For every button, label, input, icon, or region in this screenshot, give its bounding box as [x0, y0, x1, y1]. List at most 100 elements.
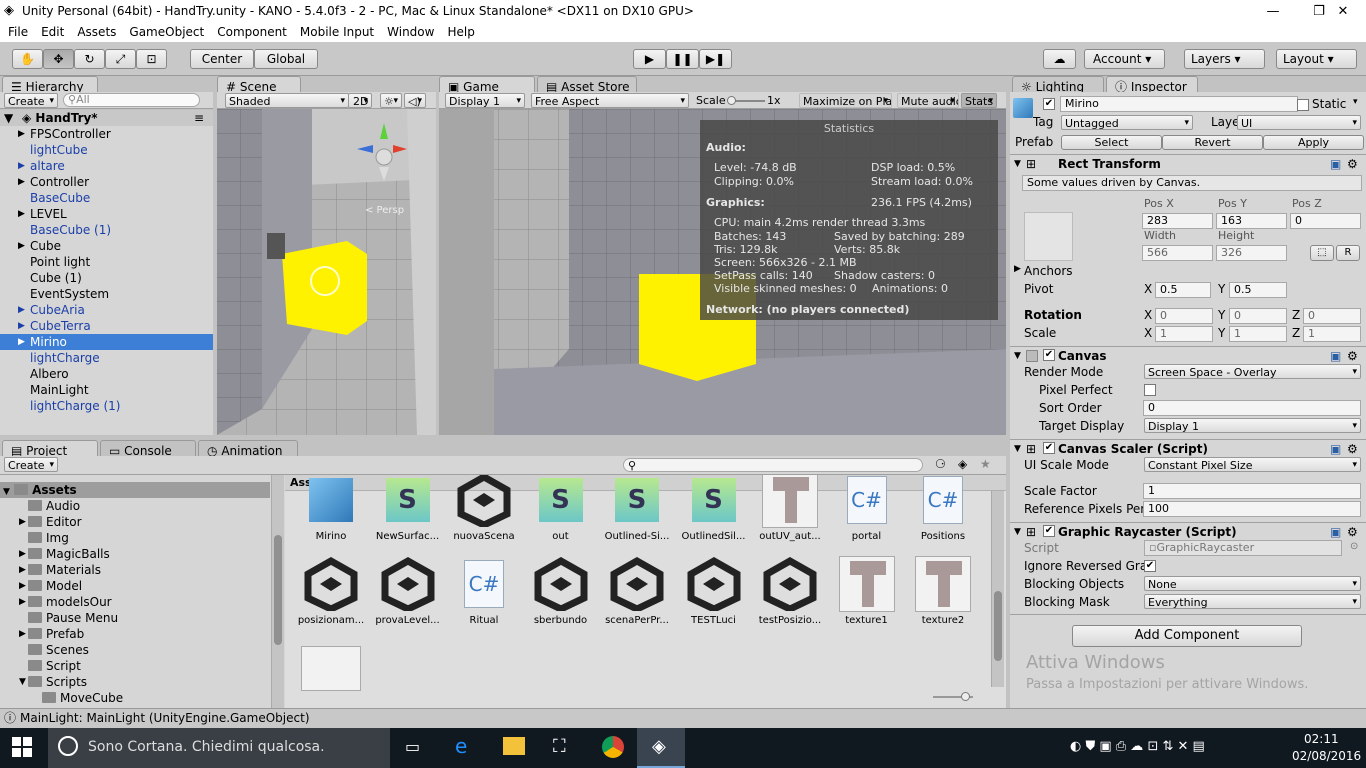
filter-label-icon[interactable]: ◈ — [958, 457, 967, 471]
help-icon[interactable]: ▣ — [1330, 155, 1341, 173]
asset-item[interactable]: C# portal — [830, 475, 904, 542]
play-button[interactable]: ▶ — [633, 49, 666, 69]
clock-date[interactable]: 02/08/2016 — [1292, 749, 1361, 763]
menu-assets[interactable]: Assets — [69, 23, 121, 39]
scene-viewport[interactable]: < Persp — [217, 109, 436, 435]
hierarchy-item[interactable]: Point light — [0, 254, 213, 270]
maximize-on-play-toggle[interactable]: Maximize on Play — [799, 93, 892, 108]
help-icon[interactable]: ▣ — [1330, 347, 1341, 365]
asset-item[interactable]: provaLevel... — [371, 555, 445, 626]
light-toggle-icon[interactable]: ☼ — [380, 93, 402, 108]
menu-help[interactable]: Help — [439, 23, 479, 39]
hierarchy-item[interactable]: ▶ CubeTerra — [0, 318, 213, 334]
expand-arrow-icon[interactable]: ▼ — [19, 674, 26, 690]
object-picker-icon[interactable]: ⊙ — [1350, 541, 1358, 552]
hierarchy-item[interactable]: EventSystem — [0, 286, 213, 302]
scene-menu-icon[interactable]: ≡ — [194, 110, 204, 126]
hierarchy-item[interactable]: lightCube — [0, 142, 213, 158]
pivot-global-button[interactable]: Global — [254, 49, 318, 69]
asset-item[interactable]: outUV_aut... — [753, 475, 827, 542]
status-bar[interactable]: ⓘ MainLight: MainLight (UnityEngine.Game… — [0, 708, 1366, 728]
component-gear-icon[interactable]: ⚙ — [1347, 523, 1358, 541]
graphic-raycaster-header[interactable]: ▼ ⊞ ✔ Graphic Raycaster (Script) ▣ ⚙ — [1010, 522, 1366, 540]
hierarchy-item[interactable]: ▶ CubeAria — [0, 302, 213, 318]
prefab-apply-button[interactable]: Apply — [1263, 135, 1364, 150]
asset-grid-scrollbar[interactable] — [991, 491, 1004, 687]
scale-z-field[interactable]: 1 — [1303, 326, 1361, 342]
anchors-arrow-icon[interactable]: ▶ — [1014, 264, 1021, 274]
scale-factor-field[interactable]: 1 — [1143, 483, 1361, 499]
persp-label[interactable]: < Persp — [365, 205, 404, 216]
file-explorer-icon[interactable] — [503, 737, 525, 755]
render-mode-dropdown[interactable]: Screen Space - Overlay — [1144, 364, 1361, 379]
layout-dropdown[interactable]: Layout ▾ — [1276, 49, 1357, 69]
pause-button[interactable]: ❚❚ — [666, 49, 699, 69]
2d-toggle[interactable]: 2D — [348, 93, 372, 108]
canvas-header[interactable]: ▼ ✔ Canvas ▣ ⚙ — [1010, 346, 1366, 364]
collapse-arrow-icon[interactable]: ▼ — [1014, 523, 1021, 541]
asset-item[interactable]: nuovaScena — [447, 475, 521, 542]
cortana-search-box[interactable]: Sono Cortana. Chiedimi qualcosa. — [48, 728, 390, 768]
close-button[interactable]: ✕ — [1320, 0, 1366, 23]
scale-slider-thumb[interactable] — [727, 96, 736, 105]
prefab-select-button[interactable]: Select — [1061, 135, 1162, 150]
project-create-dropdown[interactable]: Create — [4, 457, 58, 472]
expand-arrow-icon[interactable]: ▶ — [18, 158, 25, 174]
folder-item[interactable]: ▶ Prefab — [0, 626, 270, 642]
menu-gameobject[interactable]: GameObject — [121, 23, 209, 39]
static-checkbox[interactable] — [1297, 99, 1309, 111]
expand-arrow-icon[interactable]: ▶ — [18, 238, 25, 254]
prefab-revert-button[interactable]: Revert — [1162, 135, 1263, 150]
raw-edit-button[interactable]: R — [1336, 245, 1360, 261]
folder-item[interactable]: ▶ Editor — [0, 514, 270, 530]
aspect-dropdown[interactable]: Free Aspect — [531, 93, 689, 108]
texture-asset-icon[interactable] — [301, 646, 361, 691]
folder-tree-scroll-thumb[interactable] — [274, 535, 282, 645]
script-field[interactable]: ▫GraphicRaycaster — [1144, 540, 1342, 556]
stats-toggle[interactable]: Stats — [961, 93, 997, 108]
asset-item[interactable]: Mirino — [294, 475, 368, 542]
menu-window[interactable]: Window — [379, 23, 439, 39]
tag-dropdown[interactable]: Untagged — [1061, 115, 1193, 130]
asset-item[interactable]: sberbundo — [524, 555, 598, 626]
expand-arrow-icon[interactable]: ▶ — [18, 174, 25, 190]
hierarchy-item[interactable]: ▶ FPSController — [0, 126, 213, 142]
hierarchy-item[interactable]: lightCharge — [0, 350, 213, 366]
asset-item[interactable]: C# Ritual — [447, 555, 521, 626]
rect-transform-header[interactable]: ▼ ⊞ Rect Transform ▣ ⚙ — [1010, 154, 1366, 172]
canvas-enabled-checkbox[interactable]: ✔ — [1043, 349, 1055, 361]
rot-z-field[interactable]: 0 — [1303, 308, 1361, 324]
expand-arrow-icon[interactable]: ▶ — [18, 206, 25, 222]
step-button[interactable]: ▶❚ — [699, 49, 732, 69]
hierarchy-item[interactable]: MainLight — [0, 382, 213, 398]
hierarchy-item[interactable]: ▶ Controller — [0, 174, 213, 190]
hierarchy-item[interactable]: Cube (1) — [0, 270, 213, 286]
expand-arrow-icon[interactable]: ▶ — [19, 514, 26, 530]
blueprint-mode-icon[interactable]: ⬚ — [1310, 245, 1334, 261]
folder-item[interactable]: Audio — [0, 498, 270, 514]
windows-start-icon[interactable] — [12, 737, 32, 757]
menu-edit[interactable]: Edit — [33, 23, 69, 39]
anchors-label[interactable]: Anchors — [1024, 264, 1073, 278]
folder-item[interactable]: ▶ modelsOur — [0, 594, 270, 610]
layers-dropdown[interactable]: Layers ▾ — [1184, 49, 1265, 69]
folder-item[interactable]: ▶ Materials — [0, 562, 270, 578]
folder-item[interactable]: Img — [0, 530, 270, 546]
static-dropdown-icon[interactable]: ▾ — [1353, 97, 1358, 107]
pivot-y-field[interactable]: 0.5 — [1229, 282, 1287, 298]
folder-item[interactable]: ▶ Model — [0, 578, 270, 594]
blocking-mask-dropdown[interactable]: Everything — [1144, 594, 1361, 609]
asset-item[interactable]: C# Positions — [906, 475, 980, 542]
component-gear-icon[interactable]: ⚙ — [1347, 440, 1358, 458]
canvas-scaler-enabled-checkbox[interactable]: ✔ — [1043, 442, 1055, 454]
asset-item[interactable]: texture1 — [830, 555, 904, 626]
scale-x-field[interactable]: 1 — [1155, 326, 1213, 342]
hierarchy-item[interactable]: BaseCube — [0, 190, 213, 206]
account-dropdown[interactable]: Account ▾ — [1084, 49, 1165, 69]
rot-x-field[interactable]: 0 — [1155, 308, 1213, 324]
minimize-button[interactable]: — — [1250, 0, 1296, 23]
asset-item[interactable]: posizionam... — [294, 555, 368, 626]
icon-size-slider[interactable] — [933, 692, 973, 701]
scale-tool-icon[interactable]: ⤢ — [105, 49, 136, 69]
edge-browser-icon[interactable]: e — [455, 734, 467, 758]
